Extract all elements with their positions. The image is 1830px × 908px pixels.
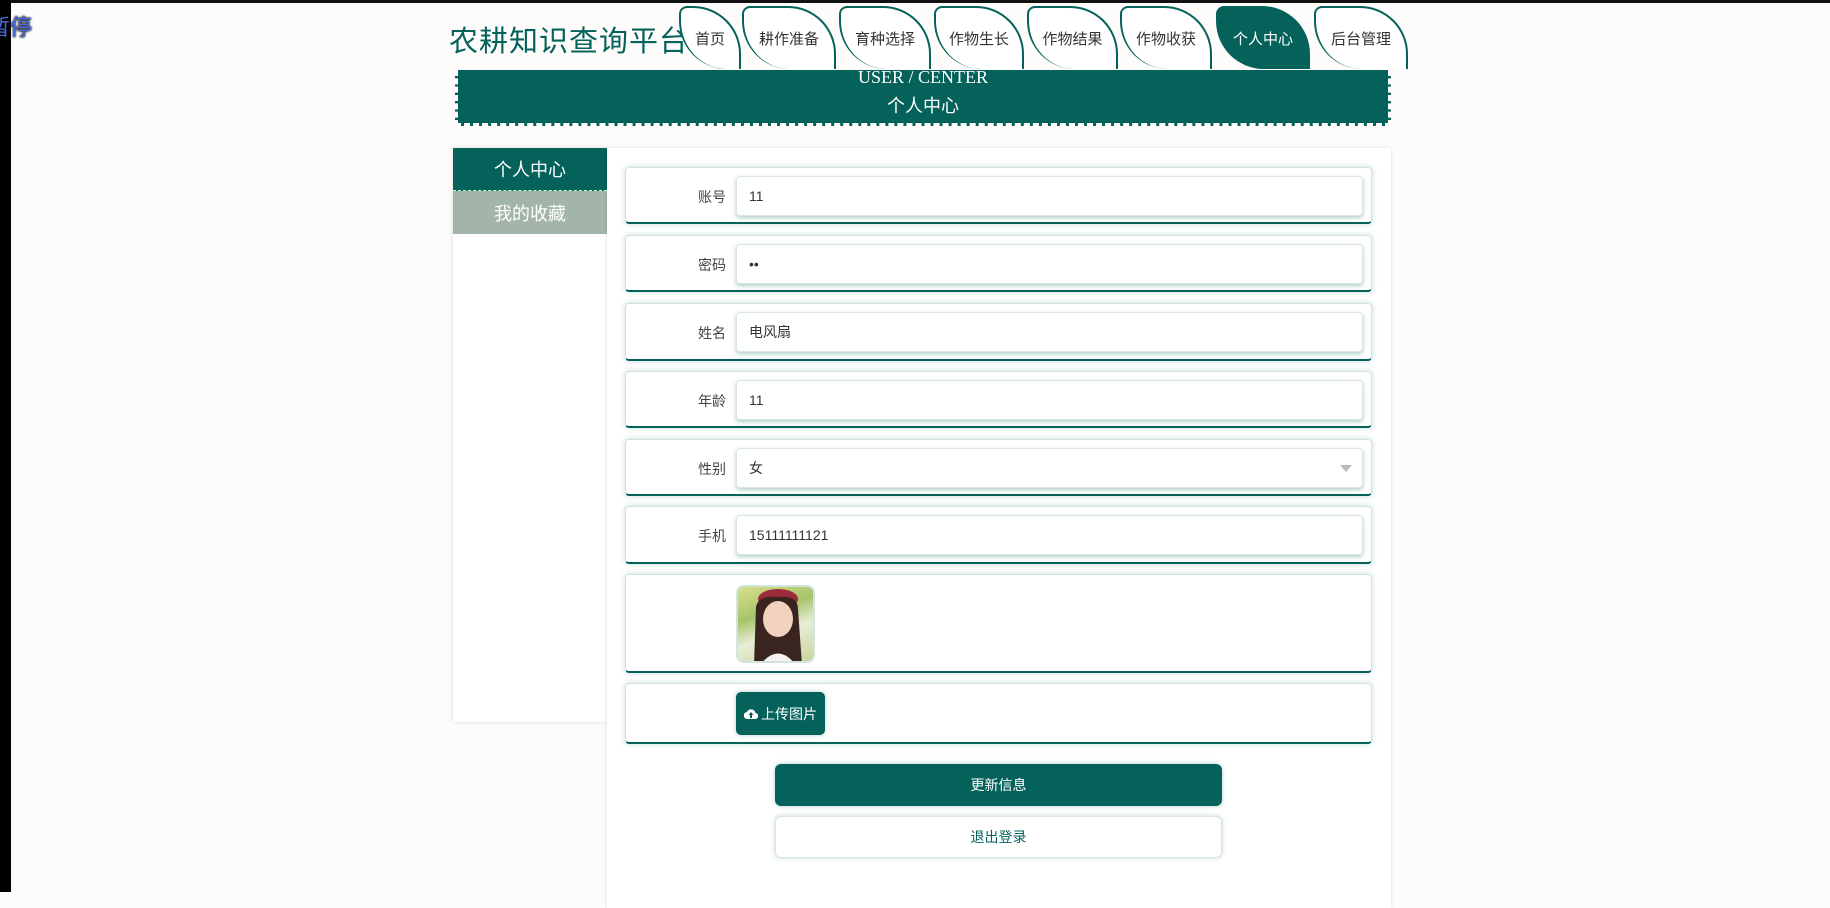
sidebar-item-favorites[interactable]: 我的收藏 <box>453 191 607 234</box>
nav-tab-harvest[interactable]: 作物收获 <box>1120 6 1212 69</box>
site-title[interactable]: 农耕知识查询平台 <box>449 18 689 60</box>
account-label: 账号 <box>698 189 726 205</box>
gender-select[interactable]: 女 <box>736 448 1363 488</box>
form-row-age: 年龄 11 <box>625 371 1372 428</box>
nav-tab-breeding[interactable]: 育种选择 <box>839 6 931 69</box>
page-banner: USER / CENTER 个人中心 <box>455 67 1391 126</box>
gender-select-value: 女 <box>749 460 763 476</box>
sidebar-item-user-center[interactable]: 个人中心 <box>453 148 607 191</box>
name-label: 姓名 <box>698 325 726 341</box>
upload-image-button[interactable]: 上传图片 <box>736 692 825 735</box>
phone-input[interactable]: 15111111121 <box>736 515 1363 555</box>
nav-tab-preparation[interactable]: 耕作准备 <box>742 6 836 69</box>
sidebar: 个人中心 我的收藏 <box>453 148 607 722</box>
form-row-account: 账号 11 <box>625 167 1372 224</box>
account-input[interactable]: 11 <box>736 176 1363 216</box>
phone-label: 手机 <box>698 528 726 544</box>
chevron-down-icon <box>1340 465 1352 472</box>
nav-tab-fruit[interactable]: 作物结果 <box>1027 6 1118 69</box>
age-input[interactable]: 11 <box>736 380 1363 420</box>
nav-tab-growth[interactable]: 作物生长 <box>934 6 1024 69</box>
password-input[interactable]: •• <box>736 244 1363 284</box>
form-row-gender: 性别 女 <box>625 439 1372 496</box>
form-row-phone: 手机 15111111121 <box>625 506 1372 564</box>
age-label: 年龄 <box>698 393 726 409</box>
nav-tab-admin[interactable]: 后台管理 <box>1314 6 1408 69</box>
logout-button[interactable]: 退出登录 <box>775 816 1222 858</box>
update-info-button[interactable]: 更新信息 <box>775 764 1222 806</box>
password-label: 密码 <box>698 257 726 273</box>
upload-image-label: 上传图片 <box>761 705 817 722</box>
form-row-name: 姓名 电风扇 <box>625 303 1372 361</box>
form-row-avatar <box>625 574 1372 673</box>
cloud-upload-icon <box>744 708 758 719</box>
window-top-bar <box>0 0 1830 3</box>
pause-overlay-text: 暂停 <box>0 15 33 40</box>
name-input[interactable]: 电风扇 <box>736 312 1363 352</box>
gender-label: 性别 <box>698 461 726 477</box>
avatar-image <box>736 585 815 663</box>
banner-title-cn: 个人中心 <box>887 96 959 116</box>
form-row-password: 密码 •• <box>625 235 1372 292</box>
nav-tab-user-center[interactable]: 个人中心 <box>1216 6 1310 69</box>
banner-title-en: USER / CENTER <box>857 67 988 87</box>
form-row-upload: 上传图片 <box>625 683 1372 744</box>
window-left-bar <box>0 0 11 892</box>
